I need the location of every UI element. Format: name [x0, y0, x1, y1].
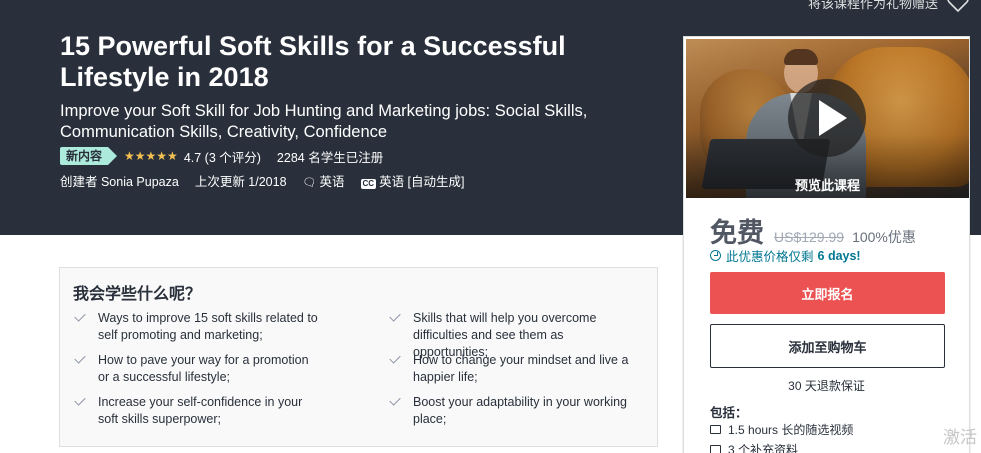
- clock-icon: [710, 250, 721, 261]
- learn-item: How to change your mindset and live a ha…: [388, 352, 638, 386]
- what-you-learn-panel: 我会学些什么呢？ Ways to improve 15 soft skills …: [59, 267, 658, 447]
- learn-item: Ways to improve 15 soft skills related t…: [73, 310, 323, 344]
- last-updated: 上次更新 1/2018: [194, 174, 287, 189]
- current-price: 免费: [710, 218, 764, 248]
- new-badge: 新内容: [60, 147, 118, 165]
- heart-icon[interactable]: [946, 0, 970, 14]
- check-icon: [389, 394, 401, 406]
- include-item-resources: 3 个补充资料: [710, 441, 798, 453]
- course-title: 15 Powerful Soft Skills for a Successful…: [60, 31, 566, 92]
- play-icon[interactable]: [788, 79, 866, 157]
- preview-label[interactable]: 预览此课程: [686, 175, 969, 194]
- price-row: 免费 US$129.99 100%优惠: [710, 211, 916, 250]
- captions: CC 英语 [自动生成]: [360, 174, 465, 189]
- course-stats: 新内容 ★★★★★ 4.7 (3 个评分) 2284 名学生已注册: [60, 147, 383, 165]
- enrolled-count: 2284 名学生已注册: [276, 150, 384, 165]
- offer-timer: 此优惠价格仅剩 6 days!: [710, 246, 861, 265]
- gift-course-link[interactable]: 将该课程作为礼物赠送: [808, 0, 938, 12]
- activation-watermark: 激活: [943, 428, 977, 447]
- learn-item: Increase your self-confidence in your so…: [73, 394, 323, 428]
- discount-percent: 100%优惠: [852, 229, 916, 245]
- purchase-card: 预览此课程 免费 US$129.99 100%优惠 此优惠价格仅剩 6 days!…: [683, 36, 970, 453]
- check-icon: [74, 394, 86, 406]
- language: 🗨 英语: [302, 174, 345, 189]
- rating-text[interactable]: 4.7 (3 个评分): [184, 147, 261, 166]
- learn-item: Boost your adaptability in your working …: [388, 394, 638, 428]
- include-item-video: 1.5 hours 长的随选视频: [710, 421, 853, 438]
- enroll-now-button[interactable]: 立即报名: [710, 272, 945, 314]
- days-left: 6 days!: [817, 248, 861, 263]
- learn-heading: 我会学些什么呢？: [73, 286, 202, 303]
- check-icon: [389, 352, 401, 364]
- closed-captions-icon: CC: [360, 178, 377, 189]
- rating-stars: ★★★★★: [124, 149, 178, 163]
- check-icon: [389, 310, 401, 322]
- video-icon: [710, 425, 721, 434]
- check-icon: [74, 310, 86, 322]
- includes-heading: 包括：: [710, 406, 748, 420]
- course-preview-video[interactable]: 预览此课程: [686, 39, 969, 198]
- course-subtitle: Improve your Soft Skill for Job Hunting …: [60, 102, 588, 141]
- speech-bubble-icon: 🗨: [302, 176, 317, 189]
- course-info: 创建者 Sonia Pupaza 上次更新 1/2018 🗨 英语 CC 英语 [自…: [60, 171, 465, 190]
- author[interactable]: 创建者 Sonia Pupaza: [60, 171, 179, 190]
- money-back-guarantee: 30 天退款保证: [788, 379, 865, 393]
- check-icon: [74, 352, 86, 364]
- file-icon: [710, 445, 721, 453]
- original-price: US$129.99: [774, 229, 845, 245]
- add-to-cart-button[interactable]: 添加至购物车: [710, 324, 945, 368]
- learn-item: How to pave your way for a promotion or …: [73, 352, 323, 386]
